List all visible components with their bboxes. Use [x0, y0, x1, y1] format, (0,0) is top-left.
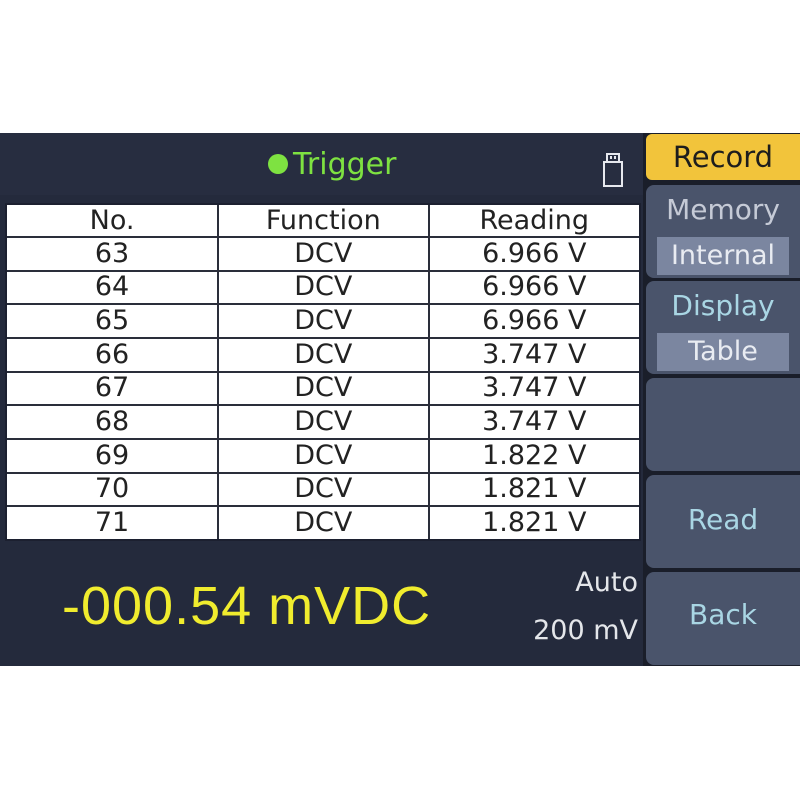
cell-reading: 6.966 V: [427, 236, 639, 272]
cell-reading: 1.821 V: [427, 505, 639, 539]
read-softkey[interactable]: Read: [646, 475, 800, 568]
cell-reading: 6.966 V: [427, 269, 639, 306]
table-row: 69 DCV 1.822 V: [7, 437, 639, 474]
cell-number: 68: [7, 404, 220, 440]
cell-function: DCV: [217, 236, 430, 272]
cell-number: 67: [7, 370, 220, 407]
read-softkey-label: Read: [687, 503, 759, 536]
table-row: 70 DCV 1.821 V: [7, 471, 639, 508]
cell-number: 66: [7, 336, 220, 373]
status-header: Trigger: [0, 133, 643, 195]
cell-number: 63: [7, 236, 220, 272]
range-mode-label: Auto: [575, 567, 638, 598]
table-row: 64 DCV 6.966 V: [7, 269, 639, 306]
cell-number: 70: [7, 471, 220, 508]
cell-function: DCV: [217, 404, 430, 440]
trigger-indicator: Trigger: [268, 146, 396, 182]
display-softkey-label: Display: [671, 289, 775, 322]
usb-drive-icon: [603, 153, 623, 187]
cell-reading: 1.822 V: [427, 437, 639, 474]
cell-function: DCV: [217, 269, 430, 306]
blank-softkey[interactable]: [646, 378, 800, 471]
cell-reading: 3.747 V: [427, 370, 639, 407]
cell-function: DCV: [217, 471, 430, 508]
cell-reading: 1.821 V: [427, 471, 639, 508]
cell-reading: 6.966 V: [427, 303, 639, 339]
cell-function: DCV: [217, 437, 430, 474]
cell-reading: 3.747 V: [427, 404, 639, 440]
main-measurement-readout: -000.54 mVDC: [62, 576, 432, 636]
cell-function: DCV: [217, 336, 430, 373]
memory-softkey[interactable]: Memory Internal: [646, 185, 800, 278]
cell-function: DCV: [217, 505, 430, 539]
table-header-row: No. Function Reading: [7, 205, 639, 238]
memory-softkey-label: Memory: [666, 193, 780, 226]
cell-number: 64: [7, 269, 220, 306]
column-header-no: No.: [7, 205, 220, 238]
column-header-reading: Reading: [427, 205, 639, 238]
cell-number: 65: [7, 303, 220, 339]
back-softkey-label: Back: [689, 598, 757, 631]
meter-screen: Trigger No. Function Reading 63 DCV 6.96…: [0, 133, 800, 666]
table-row: 66 DCV 3.747 V: [7, 336, 639, 373]
softkey-panel: Record Memory Internal Display Table Rea…: [643, 133, 800, 666]
table-row: 63 DCV 6.966 V: [7, 236, 639, 272]
trigger-label: Trigger: [293, 146, 397, 182]
table-row: 65 DCV 6.966 V: [7, 303, 639, 339]
cell-number: 69: [7, 437, 220, 474]
table-row: 68 DCV 3.747 V: [7, 404, 639, 440]
table-row: 71 DCV 1.821 V: [7, 505, 639, 539]
column-header-function: Function: [217, 205, 430, 238]
range-value-label: 200 mV: [533, 615, 638, 646]
softkey-menu-title: Record: [646, 134, 800, 180]
display-softkey[interactable]: Display Table: [646, 281, 800, 374]
display-softkey-value: Table: [657, 333, 789, 371]
back-softkey[interactable]: Back: [646, 572, 800, 665]
cell-function: DCV: [217, 303, 430, 339]
readings-table: No. Function Reading 63 DCV 6.966 V 64 D…: [5, 203, 641, 541]
cell-number: 71: [7, 505, 220, 539]
table-row: 67 DCV 3.747 V: [7, 370, 639, 407]
memory-softkey-value: Internal: [657, 237, 789, 275]
cell-reading: 3.747 V: [427, 336, 639, 373]
trigger-status-dot-icon: [268, 154, 288, 174]
cell-function: DCV: [217, 370, 430, 407]
